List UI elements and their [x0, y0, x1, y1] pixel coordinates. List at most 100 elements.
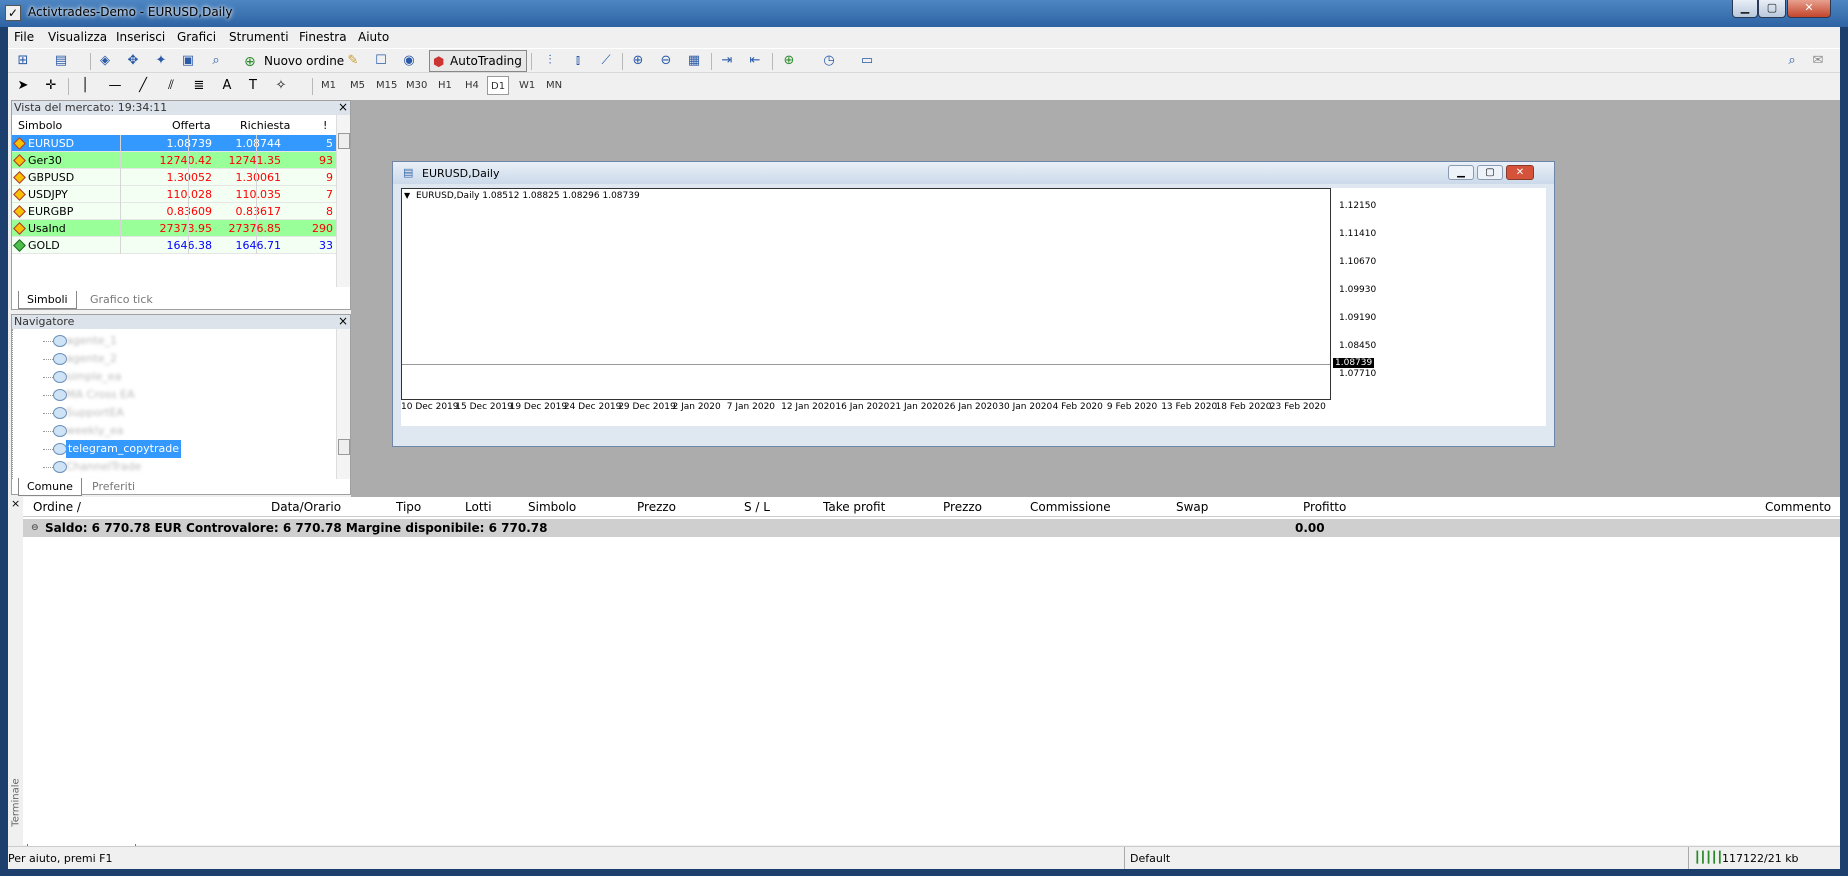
- close-icon[interactable]: ×: [336, 315, 350, 329]
- navigator-item[interactable]: agente_1: [66, 332, 117, 350]
- close-button[interactable]: ✕: [1787, 0, 1831, 18]
- menu-aiuto[interactable]: Aiuto: [358, 30, 389, 44]
- table-row[interactable]: UsaInd 27373.95 27376.85 290: [12, 220, 336, 237]
- text-label-icon[interactable]: T: [244, 77, 262, 95]
- chart-restore-button[interactable]: ▢: [1477, 165, 1503, 180]
- terminal-icon[interactable]: ▣: [179, 52, 197, 70]
- close-icon[interactable]: ×: [11, 497, 20, 510]
- navigator-item[interactable]: MA Cross EA: [66, 386, 135, 404]
- market-watch-icon[interactable]: ◈: [96, 52, 114, 70]
- menu-finestra[interactable]: Finestra: [299, 30, 347, 44]
- fibonacci-icon[interactable]: ≣: [190, 77, 208, 95]
- vertical-scrollbar[interactable]: [336, 115, 350, 287]
- navigator-item[interactable]: simple_ea: [66, 368, 121, 386]
- table-row[interactable]: Ger30 12740.42 12741.35 93: [12, 152, 336, 169]
- menu-inserisci[interactable]: Inserisci: [116, 30, 165, 44]
- timeframe-w1[interactable]: W1: [516, 76, 538, 95]
- tab-simboli[interactable]: Simboli: [18, 291, 77, 309]
- timeframe-m15[interactable]: M15: [373, 76, 400, 95]
- equidistant-channel-icon[interactable]: ⫽: [162, 77, 180, 95]
- chart-window-titlebar[interactable]: ▤ EURUSD,Daily ▁ ▢ ✕: [393, 162, 1554, 184]
- header-prezzo[interactable]: Prezzo: [637, 498, 676, 516]
- autotrading-button[interactable]: ⬢ AutoTrading: [429, 50, 527, 72]
- chart-minimize-button[interactable]: ▁: [1448, 165, 1474, 180]
- collapse-icon[interactable]: ⊖: [31, 519, 39, 537]
- header-ask[interactable]: Richiesta: [240, 117, 290, 135]
- collapse-triangle-icon[interactable]: ▼: [404, 191, 410, 200]
- menu-grafici[interactable]: Grafici: [177, 30, 216, 44]
- balance-row[interactable]: ⊖ Saldo: 6 770.78 EUR Controvalore: 6 77…: [23, 519, 1840, 537]
- header-simbolo[interactable]: Simbolo: [528, 498, 576, 516]
- timeframe-m30[interactable]: M30: [403, 76, 430, 95]
- new-chart-icon[interactable]: ⊞: [14, 52, 32, 70]
- navigator-icon[interactable]: ✦: [152, 52, 170, 70]
- indicators-icon[interactable]: ⊕: [780, 52, 798, 70]
- tab-preferiti[interactable]: Preferiti: [84, 478, 143, 496]
- timeframe-mn[interactable]: MN: [543, 76, 565, 95]
- navigator-item[interactable]: weekly_ea: [66, 422, 123, 440]
- maximize-button[interactable]: ▢: [1758, 0, 1786, 18]
- cursor-icon[interactable]: ➤: [14, 77, 32, 95]
- vertical-scrollbar[interactable]: [336, 329, 350, 479]
- menu-visualizza[interactable]: Visualizza: [48, 30, 107, 44]
- tab-comune[interactable]: Comune: [18, 478, 82, 496]
- chart-close-button[interactable]: ✕: [1506, 165, 1534, 180]
- header-symbol[interactable]: Simbolo: [18, 117, 62, 135]
- navigator-item[interactable]: telegram_copytrade: [66, 440, 181, 458]
- header-take-profit[interactable]: Take profit: [823, 498, 885, 516]
- data-window-icon[interactable]: ✥: [124, 52, 142, 70]
- header-swap[interactable]: Swap: [1176, 498, 1208, 516]
- horizontal-line-icon[interactable]: —: [106, 77, 124, 95]
- table-row[interactable]: GOLD 1646.38 1646.71 33: [12, 237, 336, 254]
- chart-plot-area[interactable]: ▼ EURUSD,Daily 1.08512 1.08825 1.08296 1…: [401, 188, 1331, 400]
- trendline-icon[interactable]: ╱: [134, 77, 152, 95]
- vertical-line-icon[interactable]: │: [76, 77, 94, 95]
- timeframe-d1[interactable]: D1: [487, 76, 510, 95]
- menu-file[interactable]: File: [14, 30, 34, 44]
- header-lotti[interactable]: Lotti: [465, 498, 492, 516]
- timeframe-m1[interactable]: M1: [318, 76, 339, 95]
- profiles-icon[interactable]: ▤: [52, 52, 70, 70]
- header-ordine[interactable]: Ordine /: [33, 498, 81, 516]
- tab-grafico-tick[interactable]: Grafico tick: [82, 291, 161, 309]
- chart-shift-icon[interactable]: ⇤: [746, 52, 764, 70]
- header-data-orario[interactable]: Data/Orario: [271, 498, 341, 516]
- chart-canvas[interactable]: ▼ EURUSD,Daily 1.08512 1.08825 1.08296 1…: [401, 188, 1546, 426]
- periods-icon[interactable]: ◷: [820, 52, 838, 70]
- minimize-button[interactable]: ▁: [1732, 0, 1758, 18]
- search-icon[interactable]: ⌕: [1783, 52, 1801, 70]
- menu-strumenti[interactable]: Strumenti: [229, 30, 289, 44]
- strategy-tester-icon[interactable]: ⌕: [207, 52, 225, 70]
- tile-windows-icon[interactable]: ▦: [685, 52, 703, 70]
- timeframe-m5[interactable]: M5: [347, 76, 368, 95]
- title-bar[interactable]: ✓ Activtrades-Demo - EURUSD,Daily ▁ ▢ ✕: [0, 0, 1848, 27]
- vps-icon[interactable]: ◉: [400, 52, 418, 70]
- table-row[interactable]: EURUSD 1.08739 1.08744 5: [12, 135, 336, 152]
- scrollbar-thumb[interactable]: [338, 439, 350, 455]
- table-row[interactable]: USDJPY 110.028 110.035 7: [12, 186, 336, 203]
- scrollbar-thumb[interactable]: [338, 133, 350, 149]
- timeframe-h1[interactable]: H1: [435, 76, 455, 95]
- new-order-button[interactable]: ⊕ Nuovo ordine: [242, 50, 344, 72]
- header-commento[interactable]: Commento: [1765, 498, 1831, 516]
- chart-autoscroll-icon[interactable]: ⇥: [718, 52, 736, 70]
- line-chart-icon[interactable]: ⟋: [597, 52, 615, 70]
- signals-icon[interactable]: ☐: [372, 52, 390, 70]
- chart-window[interactable]: ▤ EURUSD,Daily ▁ ▢ ✕ ▼ EURUSD,Daily 1.08…: [392, 161, 1555, 447]
- text-icon[interactable]: A: [218, 77, 236, 95]
- navigator-item[interactable]: agente_2: [66, 350, 117, 368]
- header-tipo[interactable]: Tipo: [396, 498, 421, 516]
- zoom-out-icon[interactable]: ⊖: [657, 52, 675, 70]
- close-icon[interactable]: ×: [336, 101, 350, 115]
- header-prezzo-2[interactable]: Prezzo: [943, 498, 982, 516]
- timeframe-h4[interactable]: H4: [462, 76, 482, 95]
- header-commissione[interactable]: Commissione: [1030, 498, 1111, 516]
- candlestick-icon[interactable]: ⫾: [569, 52, 587, 70]
- header-sl[interactable]: S / L: [744, 498, 770, 516]
- table-row[interactable]: GBPUSD 1.30052 1.30061 9: [12, 169, 336, 186]
- header-spread[interactable]: !: [323, 117, 327, 135]
- arrows-icon[interactable]: ✧: [272, 77, 290, 95]
- table-row[interactable]: EURGBP 0.83609 0.83617 8: [12, 203, 336, 220]
- navigator-item[interactable]: ChannelTrade: [66, 458, 141, 476]
- header-profitto[interactable]: Profitto: [1303, 498, 1346, 516]
